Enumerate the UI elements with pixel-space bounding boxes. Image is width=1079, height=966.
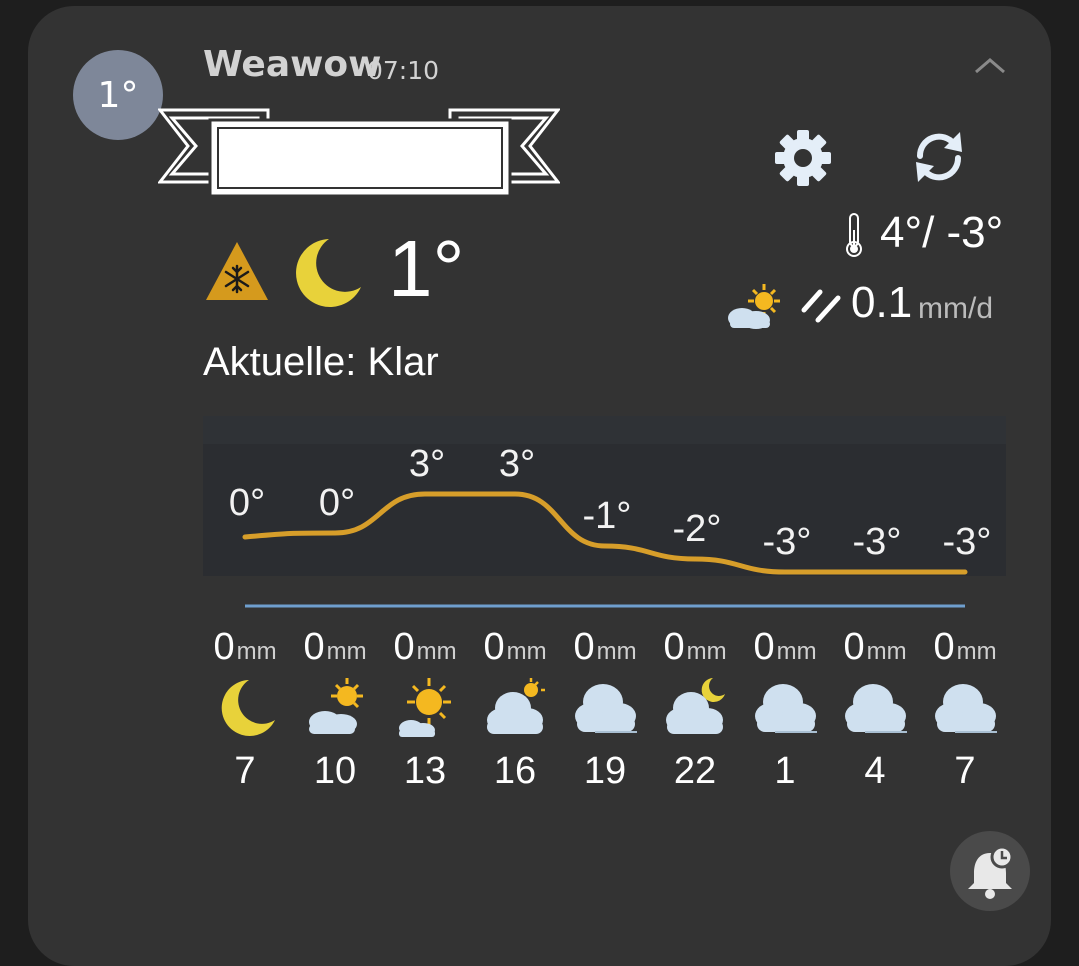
thermometer-icon bbox=[846, 213, 862, 257]
app-name: Weawow bbox=[203, 44, 382, 85]
hourly-precip-value: 0 bbox=[393, 626, 415, 668]
hourly-hour: 7 bbox=[234, 750, 256, 792]
precip-unit: mm/d bbox=[918, 292, 993, 325]
avatar: 1° bbox=[73, 50, 163, 140]
hourly-precip-unit: mm bbox=[416, 638, 457, 665]
hourly-hour: 1 bbox=[774, 750, 796, 792]
cloudy-sun-icon bbox=[487, 678, 545, 734]
chevron-up-icon[interactable] bbox=[968, 50, 1012, 80]
hourly-precip-value: 0 bbox=[213, 626, 235, 668]
hourly-hour: 10 bbox=[313, 750, 357, 792]
snow-warning-icon bbox=[206, 242, 268, 300]
hourly-precip: 0mm bbox=[560, 626, 650, 669]
hourly-precip: 0mm bbox=[740, 626, 830, 669]
cloud-icon bbox=[935, 684, 997, 733]
hourly-precip-value: 0 bbox=[753, 626, 775, 668]
hourly-hour: 4 bbox=[864, 750, 886, 792]
moon-icon bbox=[221, 680, 275, 736]
cloud-icon bbox=[575, 684, 637, 733]
hourly-precip-value: 0 bbox=[663, 626, 685, 668]
hourly-precip: 0mm bbox=[650, 626, 740, 669]
hourly-precip-unit: mm bbox=[776, 638, 817, 665]
hourly-precip: 0mm bbox=[920, 626, 1010, 669]
hourly-hour: 19 bbox=[583, 750, 627, 792]
location-banner bbox=[158, 108, 560, 198]
moon-icon bbox=[296, 239, 361, 307]
hourly-precip-value: 0 bbox=[573, 626, 595, 668]
hourly-precip: 0mm bbox=[830, 626, 920, 669]
hourly-precip-value: 0 bbox=[843, 626, 865, 668]
hourly-precip-unit: mm bbox=[866, 638, 907, 665]
cloud-icon bbox=[755, 684, 817, 733]
hourly-precip-unit: mm bbox=[596, 638, 637, 665]
hourly-hour: 13 bbox=[403, 750, 447, 792]
hourly-precip-value: 0 bbox=[483, 626, 505, 668]
hourly-precip-unit: mm bbox=[686, 638, 727, 665]
hourly-precip-unit: mm bbox=[326, 638, 367, 665]
precip-value: 0.1 bbox=[851, 278, 913, 327]
hourly-precip: 0mm bbox=[470, 626, 560, 669]
mostly-sunny-icon bbox=[399, 678, 451, 737]
partly-sunny-icon bbox=[309, 678, 363, 734]
hourly-precip: 0mm bbox=[290, 626, 380, 669]
hourly-precip: 0mm bbox=[380, 626, 470, 669]
hourly-hour: 16 bbox=[493, 750, 537, 792]
alarm-button[interactable] bbox=[950, 831, 1030, 911]
hourly-hour: 7 bbox=[954, 750, 976, 792]
refresh-icon[interactable] bbox=[908, 126, 970, 188]
hourly-hour: 22 bbox=[673, 750, 717, 792]
gear-icon[interactable] bbox=[773, 128, 833, 188]
temp-range: 4°/ -3° bbox=[880, 208, 1004, 257]
notification-time: 07:10 bbox=[367, 56, 440, 85]
partly-sunny-icon bbox=[728, 284, 780, 329]
hourly-precip-unit: mm bbox=[236, 638, 277, 665]
hourly-precip: 0mm bbox=[200, 626, 290, 669]
cloudy-moon-icon bbox=[666, 678, 725, 734]
current-condition: Aktuelle: Klar bbox=[203, 340, 439, 384]
bell-clock-icon bbox=[968, 845, 1014, 899]
rain-icon bbox=[801, 289, 841, 323]
hourly-precip-unit: mm bbox=[956, 638, 997, 665]
current-temperature: 1° bbox=[388, 224, 465, 313]
cloud-icon bbox=[845, 684, 907, 733]
hourly-precip-value: 0 bbox=[933, 626, 955, 668]
hourly-precip-unit: mm bbox=[506, 638, 547, 665]
hourly-precip-value: 0 bbox=[303, 626, 325, 668]
